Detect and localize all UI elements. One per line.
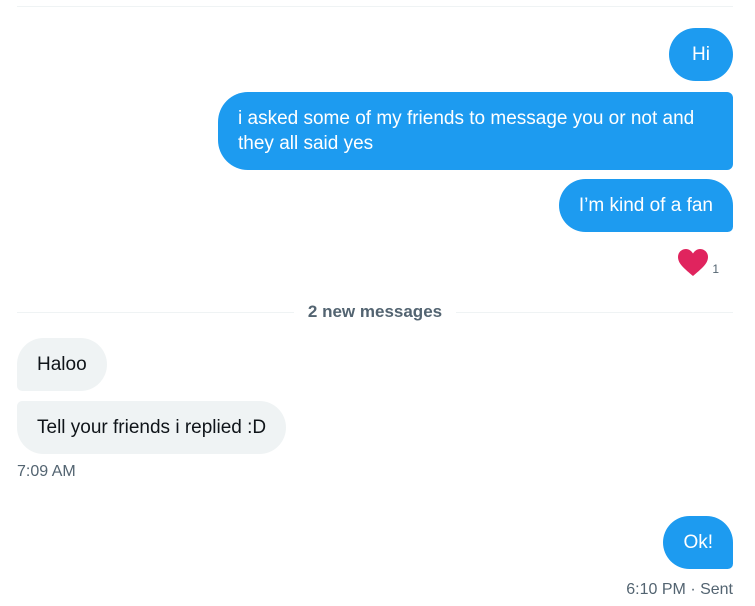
new-messages-label: 2 new messages xyxy=(307,302,443,321)
message-text: Ok! xyxy=(683,532,713,553)
incoming-message[interactable]: Tell your friends i replied :D xyxy=(17,401,287,454)
message-reaction[interactable]: 1 xyxy=(677,248,719,278)
message-text: i asked some of my friends to message yo… xyxy=(238,108,695,154)
message-text: Hi xyxy=(692,44,710,65)
new-messages-divider: 2 new messages xyxy=(17,300,734,324)
received-timestamp: 7:09 AM xyxy=(17,463,76,480)
outgoing-message[interactable]: Hi xyxy=(669,28,733,81)
outgoing-message[interactable]: i asked some of my friends to message yo… xyxy=(218,92,733,170)
divider-line xyxy=(17,311,294,313)
top-divider xyxy=(17,6,733,7)
message-text: Tell your friends i replied :D xyxy=(37,417,267,438)
message-text: Haloo xyxy=(37,354,87,375)
message-text: I’m kind of a fan xyxy=(578,195,713,216)
outgoing-message[interactable]: Ok! xyxy=(663,516,733,569)
outgoing-message[interactable]: I’m kind of a fan xyxy=(558,179,733,232)
reaction-count: 1 xyxy=(712,262,719,276)
incoming-message[interactable]: Haloo xyxy=(17,338,107,391)
heart-icon xyxy=(678,249,709,276)
divider-line xyxy=(456,311,734,313)
sent-status: 6:10 PM · Sent xyxy=(626,581,733,598)
